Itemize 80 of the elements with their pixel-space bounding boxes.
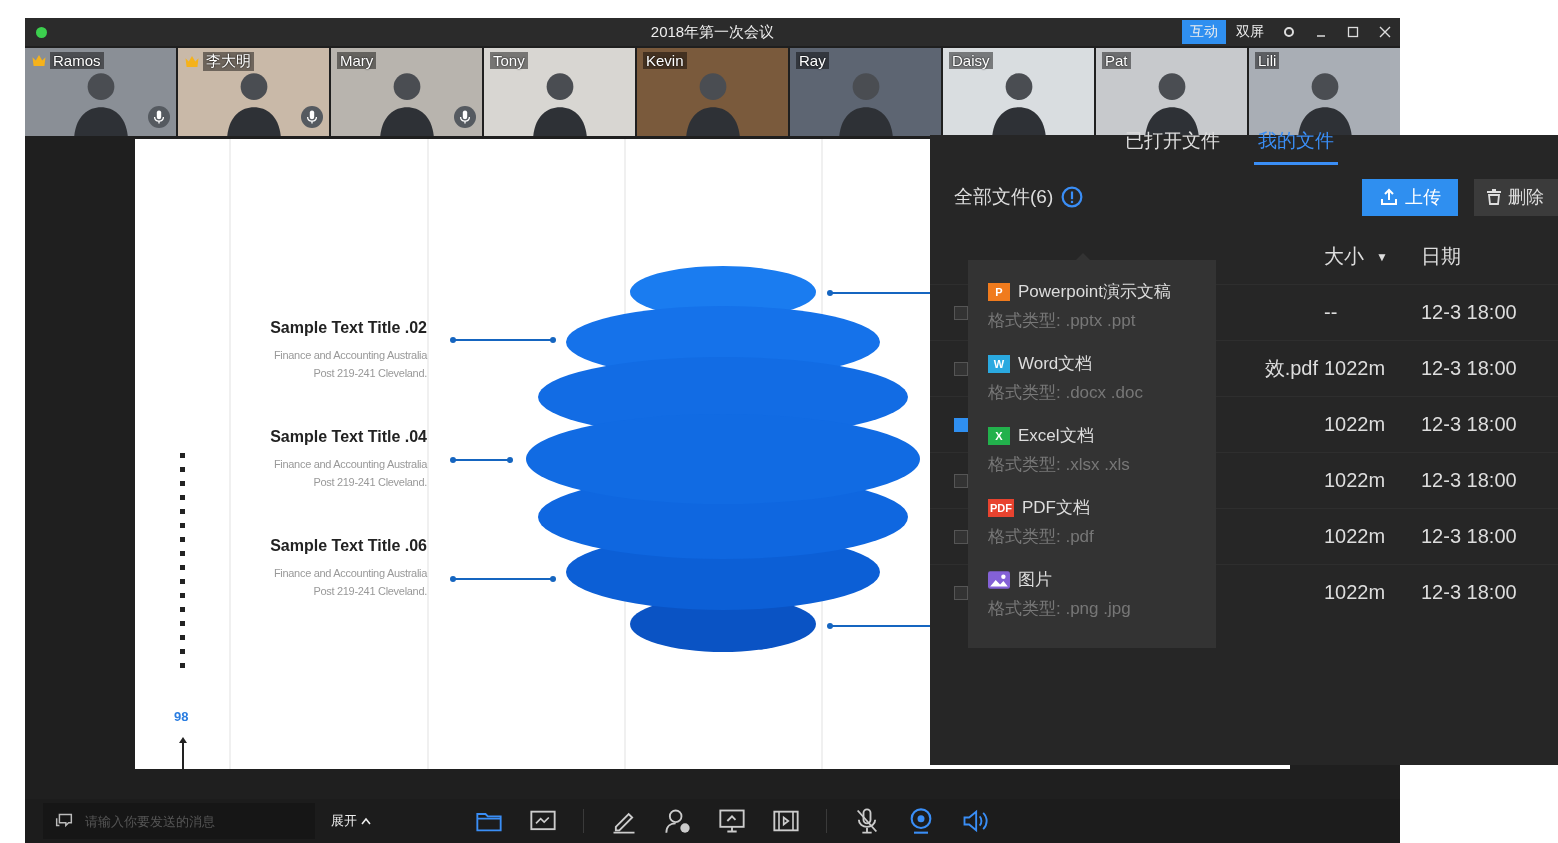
participant-name: Lili [1255,52,1280,69]
file-type-formats: 格式类型: .pptx .ppt [988,310,1137,332]
file-type-icon: PDF [988,498,1014,517]
file-size: 1022m [1324,357,1387,380]
file-type-formats: 格式类型: .pdf [988,526,1095,548]
file-date: 12-3 18:00 [1421,469,1517,492]
info-icon[interactable] [1061,186,1084,208]
expand-button[interactable]: 展开 [325,811,377,831]
row-checkbox[interactable] [954,305,968,320]
column-header[interactable]: 日期 [1421,243,1461,270]
participant-name: Mary [337,52,377,69]
file-type-icon: W [988,354,1010,373]
participant-name: Ray [796,52,829,69]
participant-name: 李大明 [203,52,254,71]
image-icon [988,570,1010,589]
participant-video-tile[interactable]: Daisy [943,48,1094,136]
row-checkbox[interactable] [954,473,968,488]
file-size: 1022m [1324,413,1387,436]
participant-name: Kevin [643,52,687,69]
all-files-heading: 全部文件(6) [954,185,1054,209]
slide-item-text: Finance and Accounting Australia [273,566,427,581]
file-type-name: Word文档 [1018,353,1093,375]
mode-tab[interactable]: 双屏 [1228,20,1272,44]
row-checkbox[interactable] [954,585,968,600]
slide-item-text: Finance and Accounting Australia [273,457,427,472]
file-type-name: 图片 [1018,569,1052,591]
column-header[interactable]: 大小 [1324,243,1364,270]
file-date: 12-3 18:00 [1421,525,1517,548]
maximize-icon[interactable] [1347,26,1359,38]
upload-icon [1379,187,1399,207]
file-date: 12-3 18:00 [1421,301,1517,324]
sort-indicator[interactable]: ▼ [1376,249,1388,264]
slide-item-text: Post 219-241 Cleveland. [313,366,427,381]
slide-item-title: Sample Text Title .02 [270,319,427,337]
file-type-icon: P [988,282,1010,301]
status-dot-icon [36,26,47,38]
file-size: 1022m [1324,469,1387,492]
window-title: 2018年第一次会议 [650,22,775,42]
file-name: 效.pdf [1264,356,1318,381]
participant-video-tile[interactable]: Mary [331,48,482,136]
file-size: 1022m [1324,581,1387,604]
file-date: 12-3 18:00 [1421,413,1517,436]
participant-name: Daisy [949,52,993,69]
participant-video-tile[interactable]: Kevin [637,48,788,136]
file-date: 12-3 18:00 [1421,357,1517,380]
file-type-icon: X [988,426,1010,445]
file-date: 12-3 18:00 [1421,581,1517,604]
slide-item-text: Finance and Accounting Australia [273,348,427,363]
file-tab[interactable]: 我的文件 [1253,128,1338,165]
participant-video-tile[interactable]: Ramos [25,48,176,136]
page-number: 98 [174,709,189,724]
participants-icon[interactable] [664,807,692,835]
delete-button[interactable]: 删除 [1474,178,1558,216]
participant-name: Tony [490,52,528,69]
file-type-formats: 格式类型: .xlsx .xls [988,454,1131,476]
slide-item-text: Post 219-241 Cleveland. [313,475,427,490]
caret-icon [361,817,371,825]
trash-icon [1484,187,1504,207]
file-type-name: Excel文档 [1018,425,1094,447]
row-checkbox[interactable] [954,417,968,432]
participant-name: Pat [1102,52,1131,69]
participant-video-tile[interactable]: Tony [484,48,635,136]
slide-item-title: Sample Text Title .04 [270,428,427,446]
screen-share-icon[interactable] [718,807,746,835]
file-type-formats: 格式类型: .png .jpg [988,598,1132,620]
row-checkbox[interactable] [954,361,968,376]
arrow-icon [179,737,187,769]
slide-item-title: Sample Text Title .06 [270,537,427,555]
close-icon[interactable] [1379,26,1391,38]
file-size: 1022m [1324,525,1387,548]
participant-video-tile[interactable]: 李大明 [178,48,329,136]
participant-name: Ramos [50,52,104,69]
slide-item-text: Post 219-241 Cleveland. [313,584,427,599]
speaker-icon[interactable] [961,807,989,835]
settings-icon[interactable] [1283,26,1295,38]
file-size: -- [1324,301,1339,324]
row-checkbox[interactable] [954,529,968,544]
participant-video-tile[interactable]: Ray [790,48,941,136]
file-type-name: Powerpoint演示文稿 [1018,281,1172,303]
leader-line [450,457,513,463]
